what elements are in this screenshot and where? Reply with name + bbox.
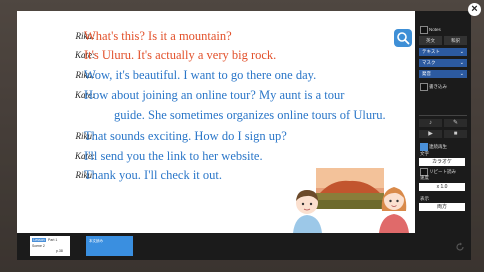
pronunciation-select-value: 発音 — [422, 71, 431, 76]
play-icon: ▶ — [428, 131, 433, 137]
scene-thumbnail-lesson[interactable]: Lesson 3 Part 1 Scene 2 p.38 — [30, 236, 70, 256]
speed-caption: 速度 — [420, 175, 429, 180]
magnifier-icon — [397, 32, 410, 45]
display-both-button[interactable]: 両方 — [419, 203, 465, 211]
notes-label: Notes — [429, 27, 441, 32]
write-label: 書き込み — [429, 84, 447, 89]
divider — [419, 115, 467, 116]
refresh-icon[interactable] — [455, 242, 465, 252]
dialogue-text: It's Uluru. It's actually a very big roc… — [84, 48, 277, 62]
pronunciation-select[interactable]: 発音 ⌄ — [419, 70, 467, 78]
checkbox[interactable] — [420, 26, 428, 34]
pen-button[interactable]: ✎ — [444, 119, 467, 127]
mask-select[interactable]: マスク ⌄ — [419, 59, 467, 67]
text-select-value: テキスト — [422, 49, 440, 54]
language-tabs: 英文 和訳 — [419, 36, 467, 45]
chevron-down-icon: ⌄ — [459, 71, 464, 77]
chevron-down-icon: ⌄ — [459, 60, 464, 66]
dialogue-text: I'll send you the link to her website. — [84, 149, 263, 163]
stop-icon: ■ — [453, 131, 458, 137]
dialogue-text: How about joining an online tour? My aun… — [84, 88, 345, 102]
continuous-play-label: 連続再生 — [429, 144, 447, 149]
text-select[interactable]: テキスト ⌄ — [419, 48, 467, 56]
checkbox[interactable] — [420, 83, 428, 91]
part-label: Part 1 — [48, 238, 58, 242]
dialogue-text: Wow, it's beautiful. I want to go there … — [84, 68, 317, 82]
pen-icon: ✎ — [452, 120, 459, 126]
lesson-badge: Lesson 3 — [32, 238, 46, 246]
audio-button[interactable]: ♪ — [419, 119, 442, 127]
tab-english[interactable]: 英文 — [419, 36, 442, 45]
dialogue-text: Thank you. I'll check it out. — [84, 168, 222, 182]
speed-button[interactable]: x 1.0 — [419, 183, 465, 191]
zoom-button[interactable] — [394, 29, 412, 47]
play-button[interactable]: ▶ — [419, 130, 442, 138]
scene-bar: Lesson 3 Part 1 Scene 2 p.38 本文読み — [17, 233, 471, 260]
mode-caption: 文字 — [420, 151, 429, 156]
player-modal: Riku: What's this? Is it a mountain? Kat… — [17, 11, 471, 260]
close-icon: × — [471, 3, 478, 15]
close-button[interactable]: × — [468, 3, 481, 16]
tab-japanese[interactable]: 和訳 — [444, 36, 467, 45]
dialogue-text: That sounds exciting. How do I sign up? — [84, 129, 287, 143]
dialogue-text: guide. She sometimes organizes online to… — [114, 108, 386, 122]
riku-illustration — [287, 186, 327, 233]
control-panel: Notes 英文 和訳 テキスト ⌄ マスク ⌄ 発音 ⌄ 書き込み ♪ ✎ ▶… — [415, 11, 471, 233]
text-content-area: Riku: What's this? Is it a mountain? Kat… — [17, 11, 415, 233]
karaoke-button[interactable]: カラオケ — [419, 158, 465, 166]
kate-illustration — [375, 181, 413, 233]
page-label: p.38 — [56, 249, 63, 253]
scene-thumbnail-reading[interactable]: 本文読み — [86, 236, 133, 256]
dialogue-text: What's this? Is it a mountain? — [84, 29, 232, 43]
music-note-icon: ♪ — [429, 120, 432, 126]
display-caption: 表示 — [420, 196, 429, 201]
chevron-down-icon: ⌄ — [459, 49, 464, 55]
reading-label: 本文読み — [89, 239, 103, 243]
mask-select-value: マスク — [422, 60, 436, 65]
scene-label: Scene 2 — [32, 244, 45, 248]
repeat-read-label: リピート読み — [429, 169, 456, 174]
stop-button[interactable]: ■ — [444, 130, 467, 138]
